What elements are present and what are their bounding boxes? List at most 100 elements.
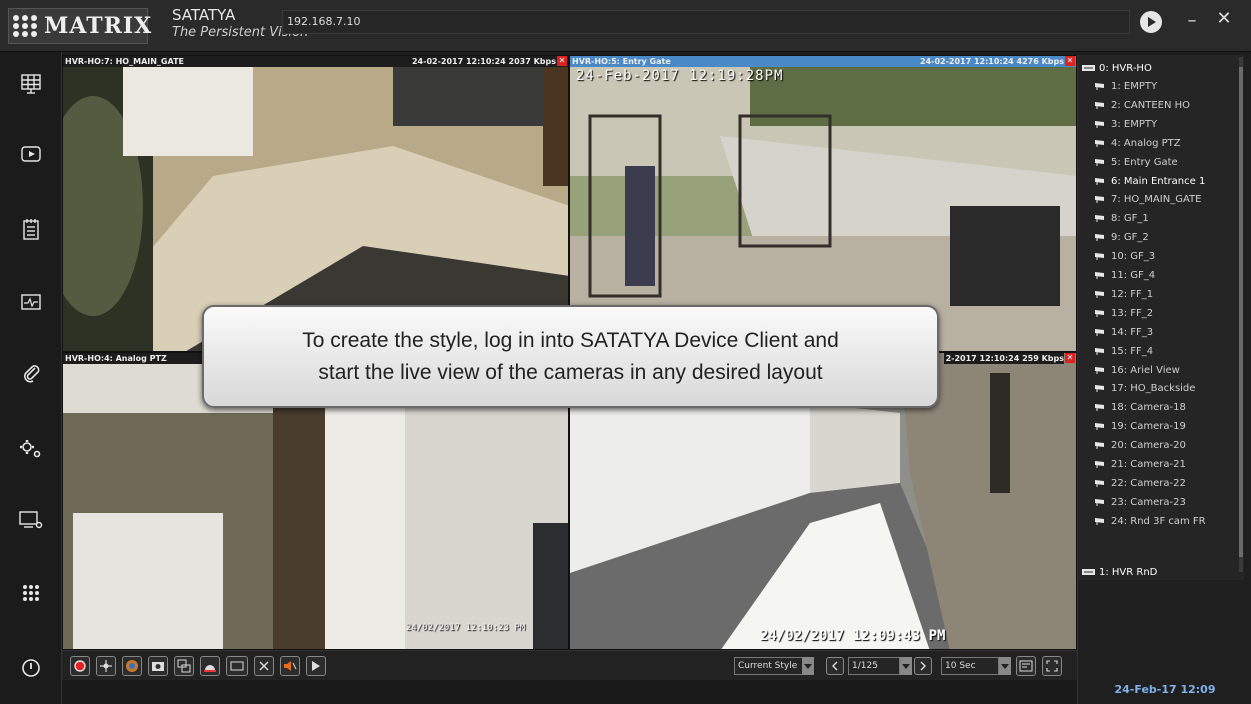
tree-camera-item[interactable]: 10: GF_3	[1094, 248, 1155, 266]
instant-playback-icon[interactable]	[174, 656, 194, 676]
chevron-down-icon[interactable]	[900, 657, 912, 675]
camera-icon	[1095, 479, 1104, 487]
close-button[interactable]: ✕	[1214, 8, 1234, 30]
tree-root-device[interactable]: 1: HVR RnD	[1082, 564, 1157, 580]
camera-icon	[1095, 101, 1104, 109]
tree-camera-item[interactable]: 19: Camera-19	[1094, 418, 1186, 436]
tree-camera-item[interactable]: 24: Rnd 3F cam FR	[1094, 513, 1206, 531]
expand-icon[interactable]	[1042, 656, 1062, 676]
color-adjust-icon[interactable]	[122, 656, 142, 676]
tree-item-label: 7: HO_MAIN_GATE	[1111, 194, 1202, 206]
left-sidebar	[0, 52, 62, 704]
video-timestamp: 24/02/2017 12:10:23 PM	[406, 623, 526, 633]
attachment-icon[interactable]	[16, 358, 46, 388]
tree-camera-item[interactable]: 16: Ariel View	[1094, 362, 1180, 380]
ptz-control-icon[interactable]	[96, 656, 116, 676]
alarm-icon[interactable]	[200, 656, 220, 676]
health-monitor-icon[interactable]	[16, 287, 46, 317]
tree-camera-item[interactable]: 14: FF_3	[1094, 324, 1153, 342]
settings-icon[interactable]	[16, 434, 46, 464]
tree-camera-item[interactable]: 13: FF_2	[1094, 305, 1153, 323]
full-screen-icon[interactable]	[226, 656, 248, 676]
close-tile-button[interactable]: ✕	[557, 56, 567, 66]
tree-camera-item[interactable]: 9: GF_2	[1094, 229, 1149, 247]
tree-camera-item[interactable]: 20: Camera-20	[1094, 437, 1186, 455]
tree-camera-item[interactable]: 11: GF_4	[1094, 267, 1155, 285]
logo-dots-icon	[13, 11, 38, 41]
scrollbar-thumb[interactable]	[1239, 67, 1243, 557]
tree-camera-item[interactable]: 15: FF_4	[1094, 343, 1153, 361]
tree-camera-item[interactable]: 7: HO_MAIN_GATE	[1094, 191, 1201, 209]
tree-camera-item[interactable]: 18: Camera-18	[1094, 399, 1186, 417]
nvr-icon	[1082, 569, 1095, 575]
bottom-toolbar: Current Style 1/125 10 Sec	[62, 650, 1077, 680]
tree-root-device[interactable]: 0: HVR-HO	[1082, 60, 1152, 78]
tree-item-label: 13: FF_2	[1111, 307, 1154, 319]
tree-camera-item[interactable]: 2: CANTEEN HO	[1094, 97, 1190, 115]
tree-item-label: 1: EMPTY	[1111, 81, 1158, 92]
previous-page-button[interactable]	[826, 657, 844, 675]
video-timestamp: 24/02/2017 12:09:43 PM	[760, 628, 946, 644]
tree-camera-item[interactable]: 22: Camera-22	[1094, 475, 1186, 493]
tile-header: HVR-HO:7: HO_MAIN_GATE 24-02-2017 12:10:…	[63, 56, 568, 67]
tree-item-label: 4: Analog PTZ	[1111, 137, 1181, 149]
snapshot-icon[interactable]	[148, 656, 168, 676]
close-stream-icon[interactable]	[254, 656, 274, 676]
server-address[interactable]: 192.168.7.10	[282, 10, 1130, 34]
tree-camera-item[interactable]: 12: FF_1	[1094, 286, 1153, 304]
instruction-callout: To create the style, log in into SATATYA…	[202, 305, 939, 408]
tree-camera-item[interactable]: 17: HO_Backside	[1094, 380, 1195, 398]
record-button[interactable]	[70, 656, 90, 676]
tree-item-label: 15: FF_4	[1111, 345, 1154, 357]
chevron-down-icon[interactable]	[999, 657, 1011, 675]
camera-icon	[1095, 423, 1104, 431]
layout-grid-icon[interactable]	[16, 68, 46, 98]
tree-camera-item[interactable]: 8: GF_1	[1094, 210, 1149, 228]
playback-icon[interactable]	[16, 139, 46, 169]
tree-camera-item[interactable]: 21: Camera-21	[1094, 456, 1186, 474]
close-tile-button[interactable]: ✕	[1065, 56, 1075, 66]
next-page-button[interactable]	[914, 657, 932, 675]
matrix-logo: MATRIX	[8, 8, 151, 44]
device-tree-panel: 0: HVR-HO 1: EMPTY 2: CANTEEN HO 3: EMPTY 4…	[1077, 55, 1251, 704]
sequence-interval-select[interactable]: 10 Sec	[941, 657, 999, 675]
tree-camera-item[interactable]: 4: Analog PTZ	[1094, 135, 1181, 153]
tree-item-label: 24: Rnd 3F cam FR	[1111, 515, 1206, 527]
event-log-icon[interactable]	[16, 214, 46, 244]
title-bar: MATRIX SATATYA The Persistent Vision 192…	[0, 0, 1251, 52]
tree-camera-item[interactable]: 3: EMPTY	[1094, 116, 1157, 134]
nvr-icon	[1082, 65, 1095, 71]
tree-camera-item[interactable]: 6: Main Entrance 1	[1094, 173, 1205, 191]
sequence-play-icon[interactable]	[306, 656, 326, 676]
page-select[interactable]: 1/125	[848, 657, 900, 675]
stream-stats: 24-02-2017 12:10:24 4276 Kbps	[919, 57, 1064, 66]
close-tile-button[interactable]: ✕	[1065, 353, 1075, 363]
device-tree: 0: HVR-HO 1: EMPTY 2: CANTEEN HO 3: EMPTY 4…	[1078, 55, 1244, 580]
more-apps-icon[interactable]	[16, 578, 46, 608]
callout-line-2: start the live view of the cameras in an…	[318, 360, 823, 384]
chevron-down-icon[interactable]	[802, 657, 814, 675]
play-icon[interactable]	[1140, 11, 1162, 33]
power-icon[interactable]	[16, 653, 46, 683]
stream-stats: 24-02-2017 12:10:24 2037 Kbps	[411, 57, 556, 66]
minimize-button[interactable]: –	[1182, 10, 1202, 32]
tree-scrollbar[interactable]	[1239, 57, 1243, 572]
tree-item-label: 5: Entry Gate	[1111, 156, 1178, 168]
tree-item-label: 16: Ariel View	[1111, 364, 1180, 376]
camera-icon	[1095, 461, 1104, 468]
tree-item-label: 3: EMPTY	[1111, 118, 1158, 130]
tree-item-label: 22: Camera-22	[1111, 477, 1186, 489]
camera-icon	[1095, 404, 1104, 412]
camera-icon	[1095, 290, 1104, 298]
tree-camera-item[interactable]: 23: Camera-23	[1094, 494, 1186, 512]
camera-icon	[1095, 158, 1104, 166]
tree-camera-item[interactable]: 1: EMPTY	[1094, 78, 1157, 96]
camera-icon	[1095, 253, 1104, 261]
save-style-icon[interactable]	[1016, 656, 1036, 676]
tree-item-label: 8: GF_1	[1111, 213, 1149, 225]
tree-camera-item[interactable]: 5: Entry Gate	[1094, 154, 1178, 172]
status-bar	[62, 680, 1077, 704]
tree-item-label: 11: GF_4	[1111, 270, 1156, 281]
mute-icon[interactable]	[280, 656, 300, 676]
device-icon[interactable]	[16, 505, 46, 535]
